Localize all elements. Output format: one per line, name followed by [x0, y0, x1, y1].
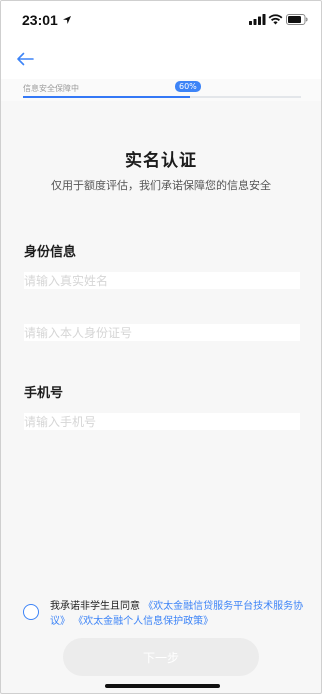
nav-bar	[1, 41, 321, 79]
name-input[interactable]	[24, 272, 300, 289]
phone-section-label: 手机号	[24, 386, 64, 401]
agreement-text: 我承诺非学生且同意 《欢太金融信贷服务平台技术服务协议》 《欢太金融个人信息保护…	[50, 599, 308, 629]
status-time: 23:01	[22, 12, 58, 28]
next-button[interactable]: 下一步	[63, 638, 259, 676]
location-arrow-icon	[63, 16, 71, 24]
progress-section: 信息安全保障中 60%	[1, 79, 321, 101]
radio-unchecked-icon[interactable]	[23, 604, 39, 620]
page-subtitle: 仅用于额度评估，我们承诺保障您的信息安全	[51, 179, 271, 192]
status-bar: 23:01	[1, 1, 321, 41]
agreement-prefix: 我承诺非学生且同意	[50, 601, 140, 612]
progress-badge: 60%	[175, 81, 201, 92]
home-indicator	[105, 684, 220, 688]
identity-section-label: 身份信息	[24, 245, 77, 260]
wifi-icon	[268, 14, 283, 25]
progress-fill	[23, 96, 190, 98]
cellular-signal-icon	[249, 14, 266, 25]
progress-track	[23, 96, 301, 98]
page-title: 实名认证	[125, 151, 197, 171]
progress-label: 信息安全保障中	[23, 84, 79, 93]
privacy-policy-link[interactable]: 《欢太金融个人信息保护政策》	[73, 616, 213, 627]
id-number-input[interactable]	[24, 324, 300, 341]
phone-input[interactable]	[24, 413, 300, 430]
arrow-left-icon[interactable]	[15, 51, 35, 67]
phone-screen: 23:01 信息安全保障中 60% 实名认证 仅用于额度评估，我们承诺保障您的信…	[0, 0, 322, 694]
battery-icon	[286, 14, 308, 25]
